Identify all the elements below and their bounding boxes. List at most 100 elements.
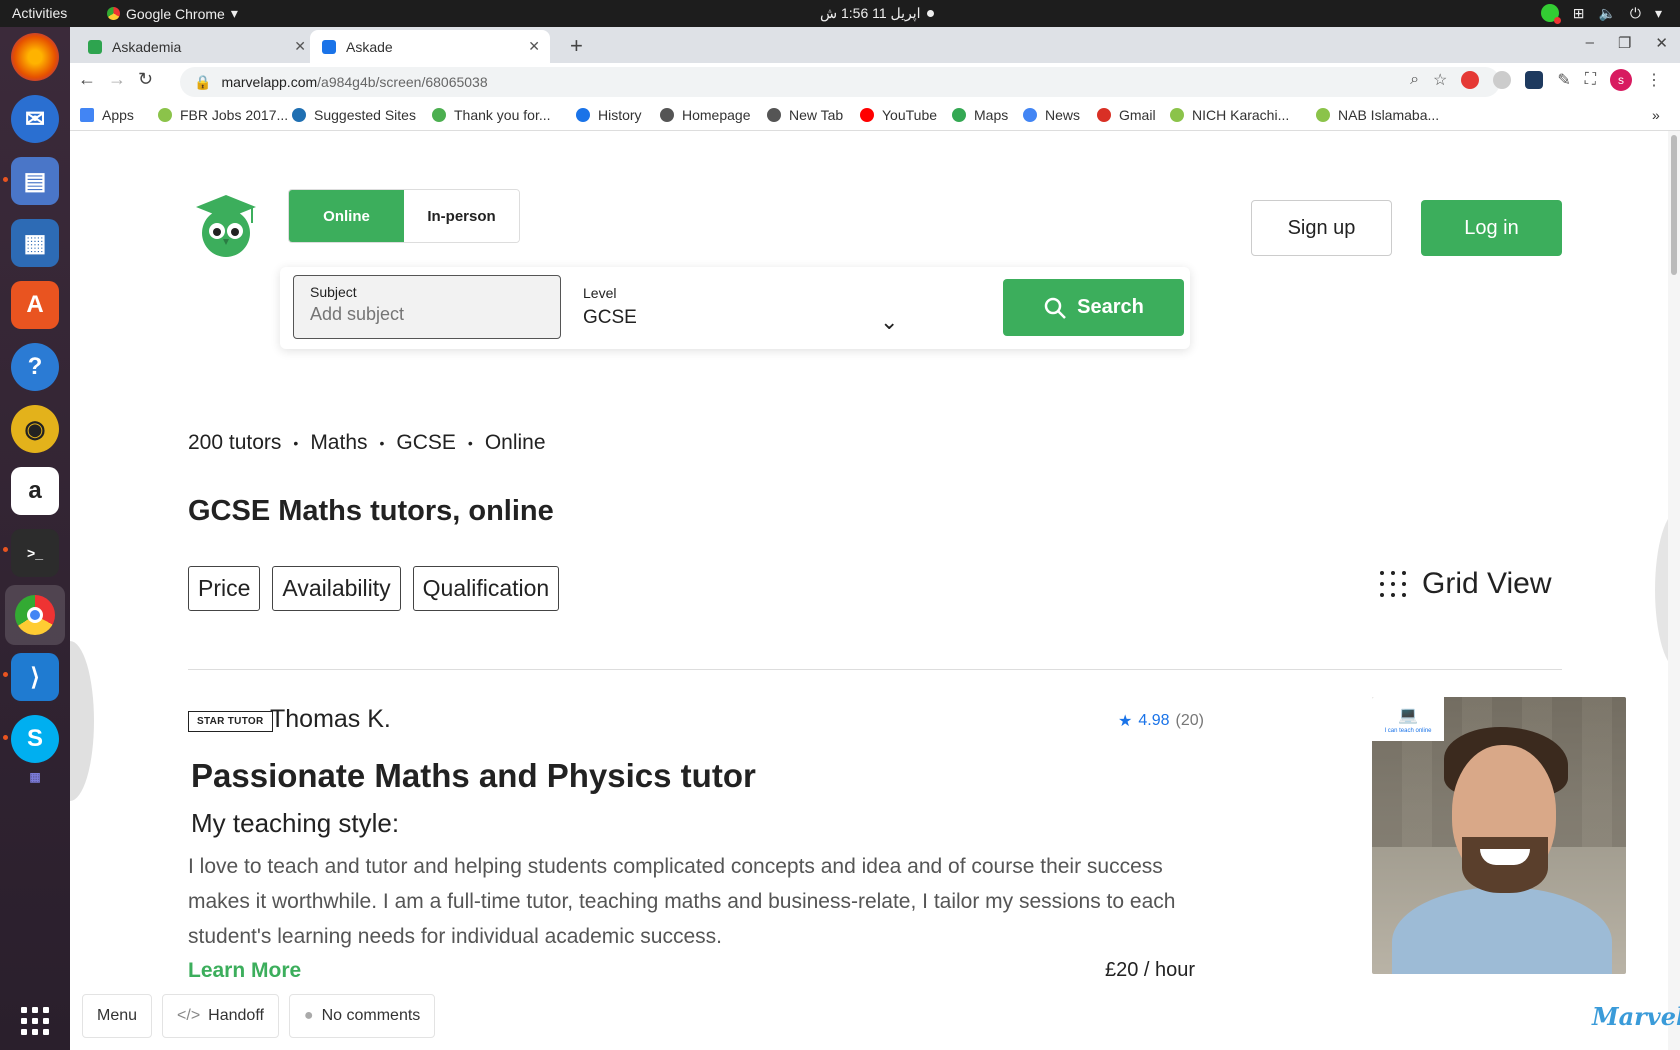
level-label: Level [583, 285, 617, 301]
vscode-icon[interactable]: ⟩ [11, 653, 59, 701]
tutor-name[interactable]: Thomas K. [270, 705, 391, 734]
chrome-dock-icon[interactable] [5, 585, 65, 645]
bookmark-item[interactable]: History [576, 107, 642, 123]
network-icon[interactable]: ⊞ [1573, 5, 1585, 22]
marvel-logo[interactable]: Marvel [1592, 1002, 1680, 1031]
online-badge-label: I can teach online [1384, 727, 1432, 734]
kebab-menu-icon[interactable]: ⋮ [1646, 70, 1662, 90]
bookmark-item[interactable]: NAB Islamaba... [1316, 107, 1439, 123]
profile-avatar[interactable]: s [1610, 69, 1632, 91]
system-top-bar: Activities Google Chrome ▾ اپریل 11 1:56… [0, 0, 1680, 27]
restore-icon[interactable]: ❐ [1618, 34, 1631, 52]
bookmark-label: Thank you for... [454, 107, 551, 123]
screenshot-icon[interactable]: ⛶ [1585, 71, 1596, 89]
writer-icon[interactable]: ▦ [11, 219, 59, 267]
color-picker-icon[interactable]: ✎ [1557, 70, 1570, 90]
bookmark-label: Homepage [682, 107, 751, 123]
back-icon[interactable]: ← [78, 69, 96, 90]
tutor-photo[interactable]: 💻 I can teach online [1372, 697, 1626, 974]
forward-icon[interactable]: → [108, 69, 126, 90]
terminal-icon[interactable]: >_ [11, 529, 59, 577]
crumb-subject: Maths [310, 431, 368, 454]
bookmarks-overflow-button[interactable]: » [1652, 107, 1660, 123]
comments-button[interactable]: ● No comments [288, 994, 436, 1038]
workspace-icon[interactable]: ▦ [11, 767, 59, 787]
prev-screen-arrow[interactable] [70, 641, 94, 801]
menu-button[interactable]: Menu [82, 994, 153, 1038]
handoff-button[interactable]: </> Handoff [162, 994, 279, 1038]
bookmark-star-icon[interactable]: ☆ [1433, 70, 1447, 90]
log-in-button[interactable]: Log in [1421, 200, 1562, 256]
bookmark-item[interactable]: NICH Karachi... [1170, 107, 1289, 123]
amazon-icon[interactable]: a [11, 467, 59, 515]
rhythmbox-icon[interactable]: ◉ [11, 405, 59, 453]
system-tray[interactable]: ⊞ 🔈 ⏻ ▾ [1540, 4, 1662, 24]
app-menu[interactable]: Google Chrome ▾ [107, 5, 238, 22]
minimize-icon[interactable]: – [1586, 34, 1594, 52]
separator-dot-icon: • [467, 435, 473, 451]
bookmark-item[interactable]: News [1023, 107, 1080, 123]
firefox-icon[interactable] [11, 33, 59, 81]
app-menu-label: Google Chrome [126, 5, 225, 22]
sign-up-button[interactable]: Sign up [1251, 200, 1392, 256]
result-breadcrumb: 200 tutors • Maths • GCSE • Online [188, 431, 546, 455]
activities-button[interactable]: Activities [12, 5, 67, 21]
help-icon[interactable]: ? [11, 343, 59, 391]
level-select[interactable]: Level GCSE ⌄ [583, 285, 913, 334]
security-status-icon[interactable] [1540, 4, 1561, 24]
files-icon[interactable]: ▤ [11, 157, 59, 205]
software-center-icon[interactable]: A [11, 281, 59, 329]
subject-input[interactable] [310, 304, 544, 325]
bookmarks-bar: Apps FBR Jobs 2017... Suggested Sites Thank… [70, 101, 1680, 131]
grid-dots-icon [1380, 571, 1406, 597]
online-toggle-button[interactable]: Online [289, 190, 404, 242]
clock[interactable]: اپریل 11 1:56 ش [820, 5, 934, 22]
close-tab-icon[interactable]: ✕ [528, 38, 540, 55]
address-bar[interactable]: 🔒 marvelapp.com/a984g4b/screen/68065038 [180, 67, 1500, 97]
bookmark-label: Maps [974, 107, 1009, 123]
zoom-icon[interactable]: ⌕ [1410, 71, 1419, 89]
tab-askade[interactable]: Askade ✕ [310, 30, 550, 63]
reload-icon[interactable]: ↻ [138, 69, 153, 90]
askademia-owl-logo-icon[interactable] [190, 193, 260, 259]
chevron-down-icon[interactable]: ⌄ [880, 309, 898, 335]
volume-icon[interactable]: 🔈 [1598, 5, 1615, 22]
bookmark-item[interactable]: Apps [80, 107, 134, 123]
bookmark-item[interactable]: Homepage [660, 107, 751, 123]
crumb-mode: Online [484, 431, 546, 454]
bookmark-item[interactable]: FBR Jobs 2017... [158, 107, 288, 123]
power-icon[interactable]: ⏻ [1630, 5, 1641, 22]
bookmark-item[interactable]: Suggested Sites [292, 107, 416, 123]
caret-down-icon[interactable]: ▾ [1655, 5, 1662, 22]
level-value: GCSE [583, 307, 637, 328]
inperson-toggle-button[interactable]: In-person [404, 190, 519, 242]
bookmark-item[interactable]: YouTube [860, 107, 937, 123]
close-window-icon[interactable]: ✕ [1655, 34, 1668, 52]
qualification-filter-button[interactable]: Qualification [412, 566, 560, 611]
skype-icon[interactable]: S [11, 715, 59, 763]
learn-more-link[interactable]: Learn More [188, 959, 301, 983]
extension-icon[interactable] [1461, 71, 1480, 89]
j-icon [158, 108, 172, 122]
running-indicator [3, 547, 8, 552]
scrollbar-thumb[interactable] [1671, 135, 1677, 275]
bookmark-item[interactable]: Maps [952, 107, 1008, 123]
bookmark-item[interactable]: Gmail [1097, 107, 1156, 123]
price-filter-button[interactable]: Price [188, 566, 261, 611]
show-applications-icon[interactable] [11, 997, 59, 1045]
page-scrollbar[interactable] [1668, 131, 1680, 1050]
new-tab-button[interactable]: + [570, 33, 583, 59]
tab-askademia[interactable]: Askademia ✕ [76, 30, 316, 63]
separator-dot-icon: • [379, 435, 385, 451]
react-devtools-icon[interactable] [1525, 71, 1544, 89]
extension-icon[interactable] [1493, 71, 1512, 89]
search-button[interactable]: Search [1003, 279, 1184, 336]
subject-field[interactable]: Subject [293, 275, 561, 339]
bookmark-item[interactable]: New Tab [767, 107, 843, 123]
close-tab-icon[interactable]: ✕ [294, 38, 306, 55]
thunderbird-icon[interactable]: ✉ [11, 95, 59, 143]
search-icon [1044, 297, 1067, 319]
grid-view-toggle[interactable]: Grid View [1380, 567, 1552, 601]
bookmark-item[interactable]: Thank you for... [432, 107, 551, 123]
availability-filter-button[interactable]: Availability [272, 566, 401, 611]
